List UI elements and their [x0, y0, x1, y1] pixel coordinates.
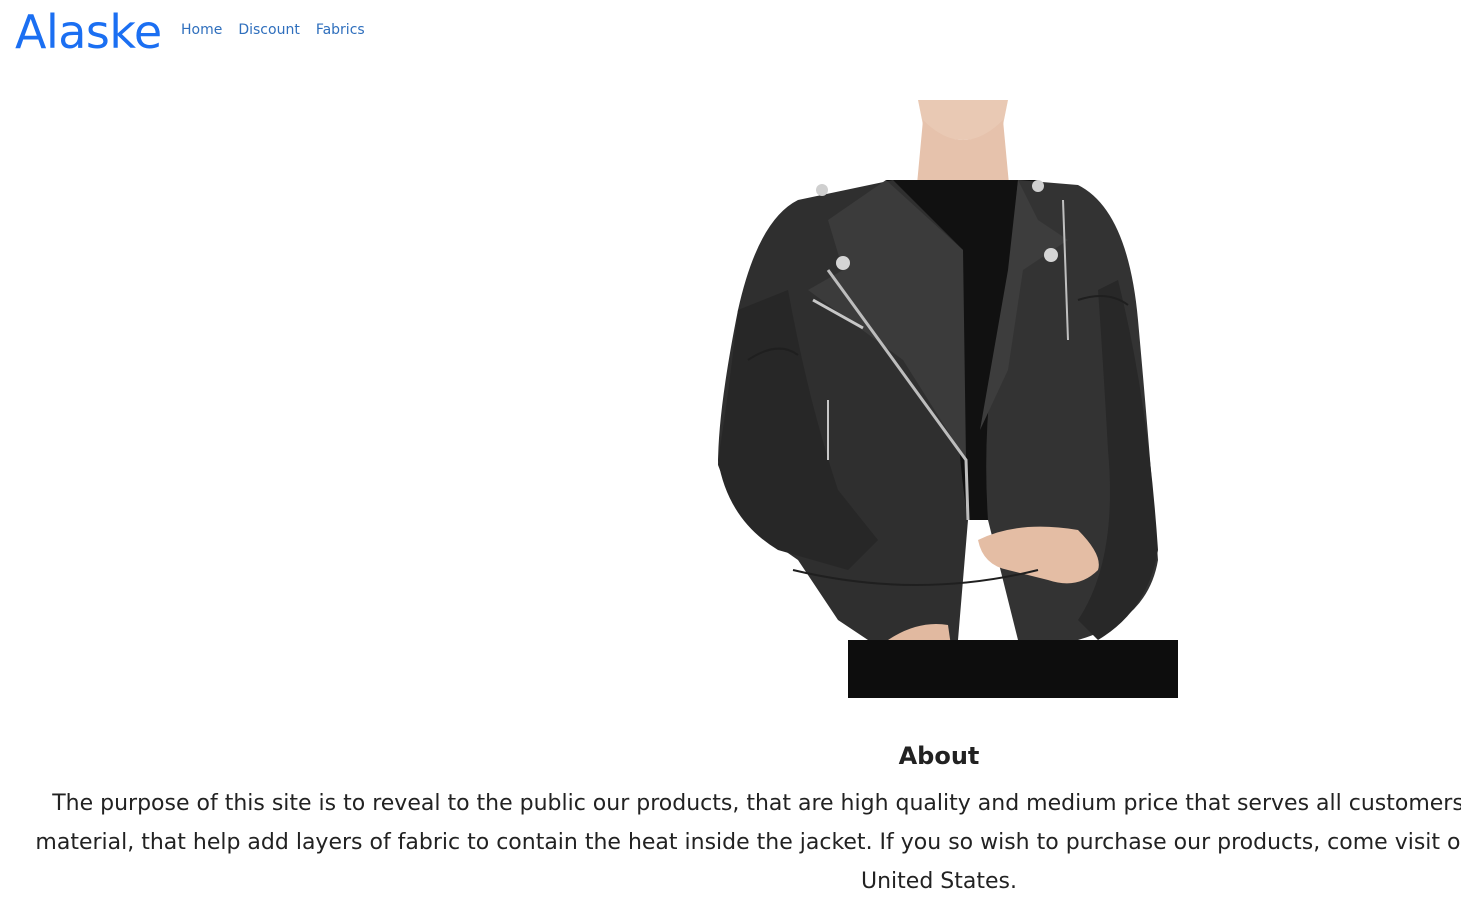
jacket-photo [718, 100, 1178, 698]
nav-links: Home Discount Fabrics [181, 20, 381, 40]
about-title: About [898, 742, 980, 770]
page: Alaske Home Discount Fabrics About The p… [0, 0, 1461, 901]
nav-link-home[interactable]: Home [181, 20, 222, 40]
nav-link-discount[interactable]: Discount [238, 20, 299, 40]
about-text: The purpose of this site is to reveal to… [35, 791, 1461, 894]
navbar: Alaske Home Discount Fabrics [0, 0, 1461, 62]
nav-link-fabrics[interactable]: Fabrics [316, 20, 365, 40]
brand-logo[interactable]: Alaske [15, 4, 162, 60]
hero-image [718, 100, 1180, 698]
